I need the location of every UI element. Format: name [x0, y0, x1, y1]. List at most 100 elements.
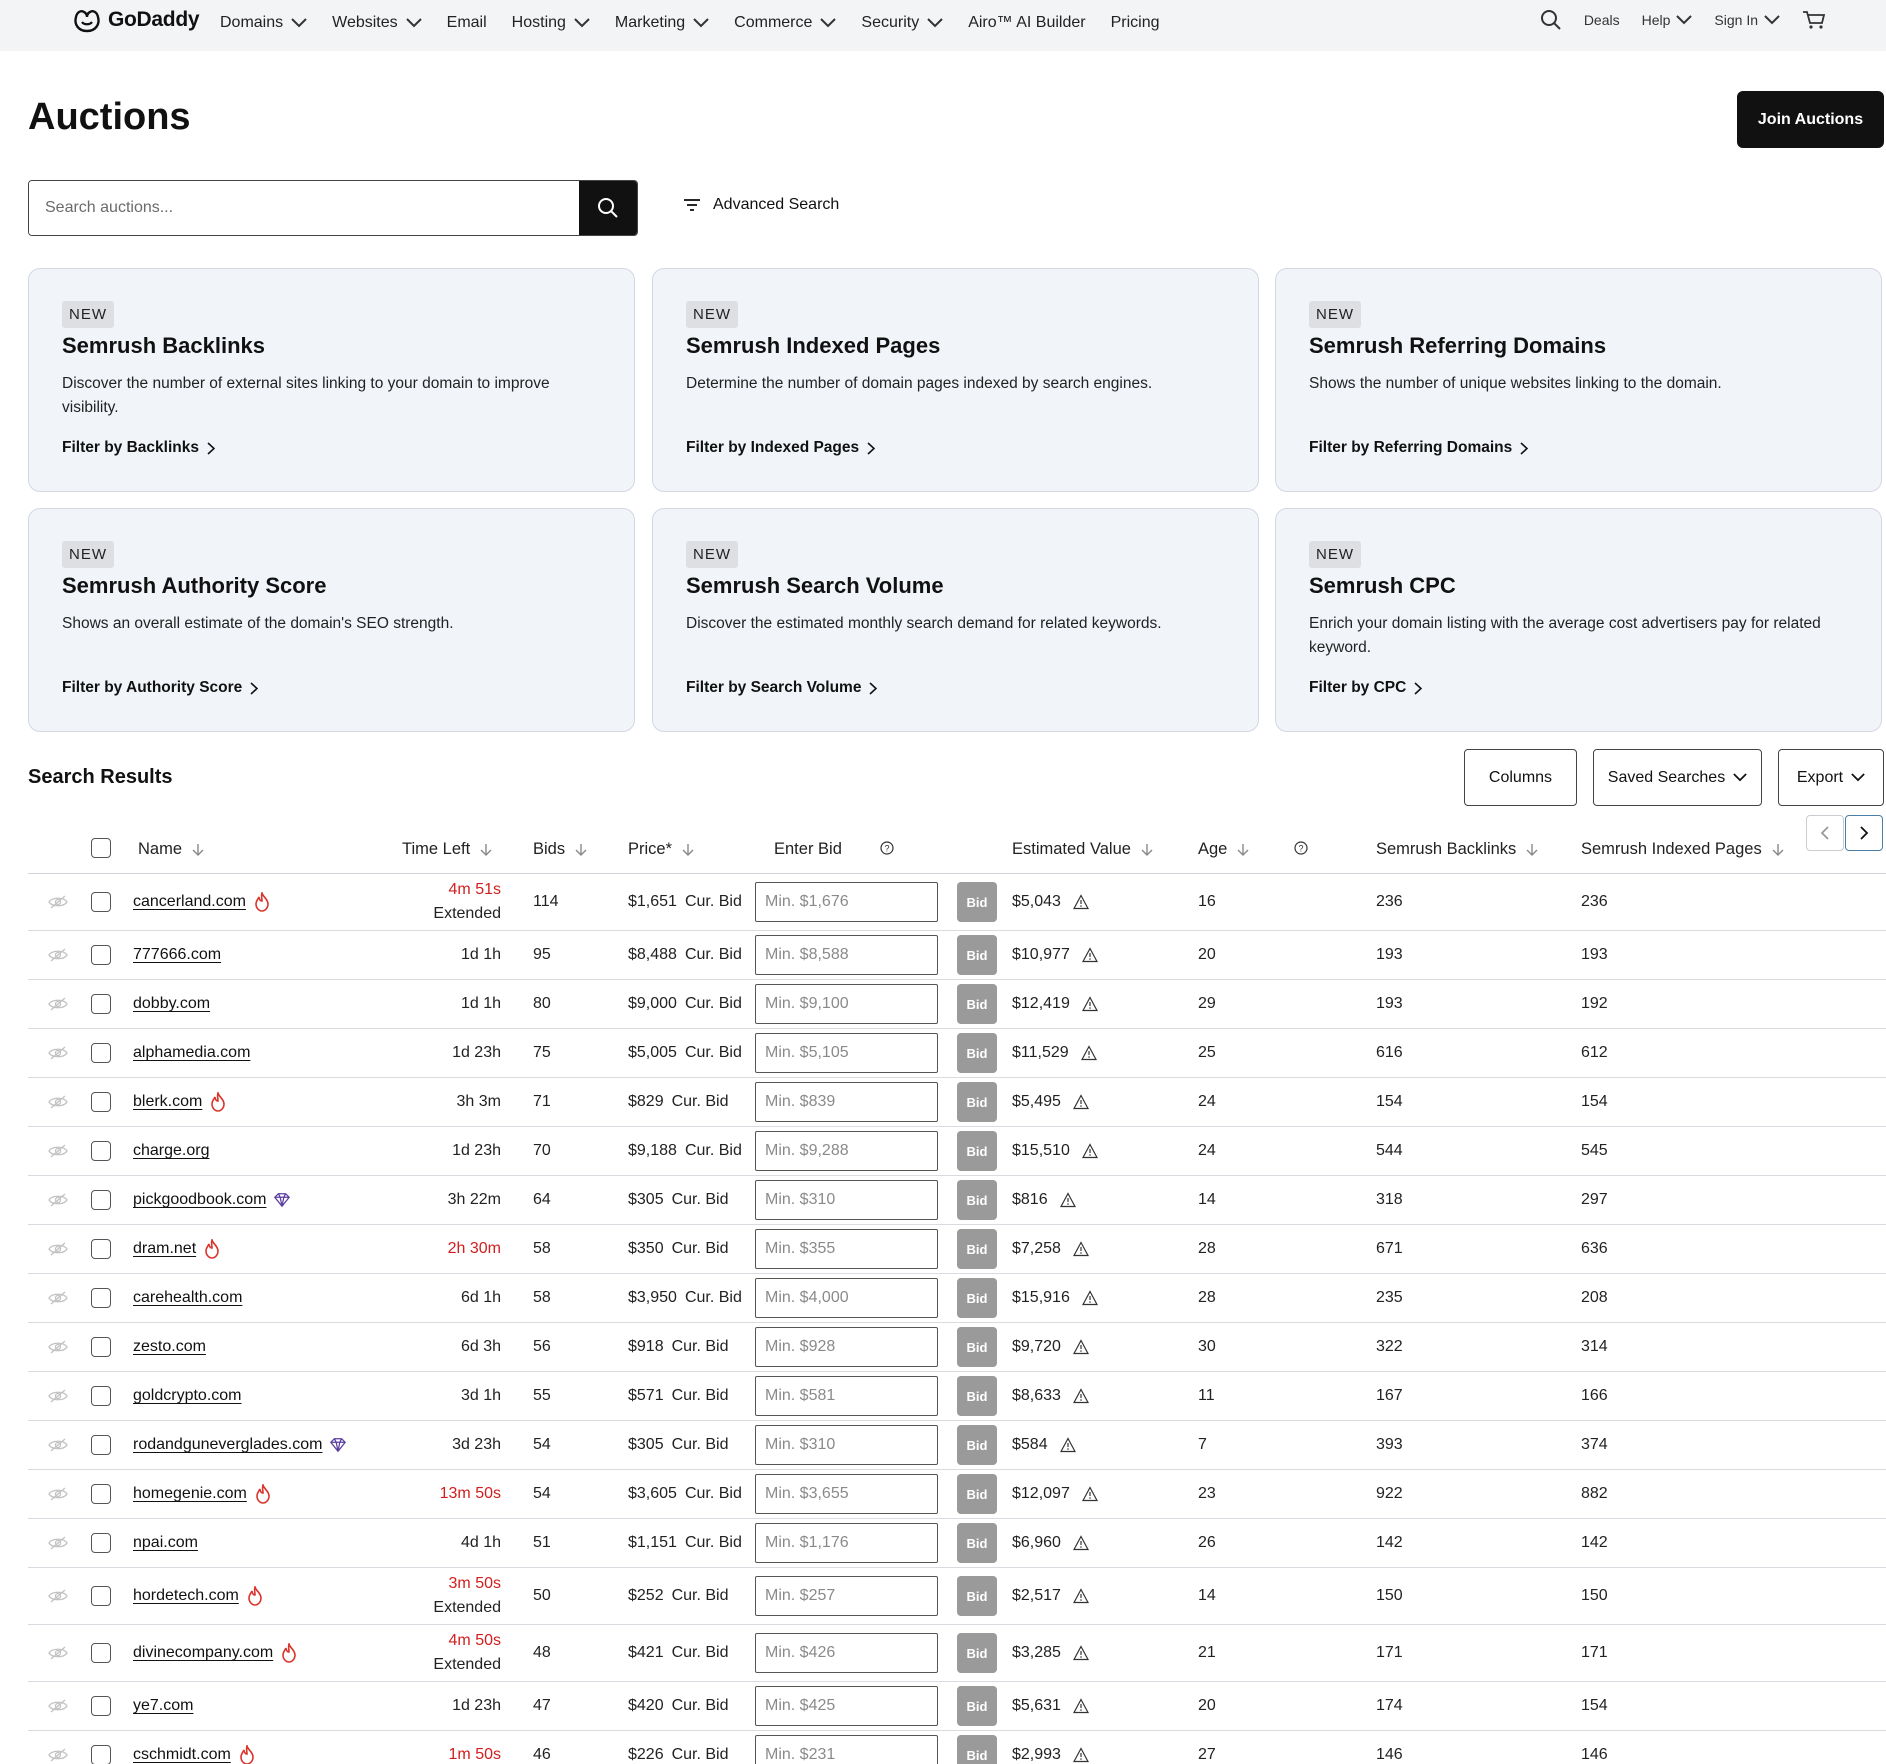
bid-amount-input[interactable] — [755, 1425, 938, 1465]
hide-eye-icon[interactable] — [48, 1487, 68, 1501]
domain-link[interactable]: pickgoodbook.com — [133, 1191, 266, 1209]
bid-amount-input[interactable] — [755, 984, 938, 1024]
bid-amount-input[interactable] — [755, 1633, 938, 1673]
domain-link[interactable]: dobby.com — [133, 995, 210, 1013]
row-checkbox[interactable] — [91, 1625, 111, 1681]
bid-button[interactable]: Bid — [957, 1327, 997, 1367]
header-price[interactable]: Price* — [628, 840, 694, 859]
bid-button[interactable]: Bid — [957, 1576, 997, 1616]
row-checkbox[interactable] — [91, 1470, 111, 1518]
hide-toggle[interactable] — [48, 1274, 68, 1322]
hide-eye-icon[interactable] — [48, 1340, 68, 1354]
row-checkbox[interactable] — [91, 1372, 111, 1420]
bid-button[interactable]: Bid — [957, 1686, 997, 1726]
nav-item-email[interactable]: Email — [447, 14, 487, 32]
select-all-checkbox[interactable] — [91, 838, 111, 858]
header-estimated-value[interactable]: Estimated Value — [1012, 840, 1153, 859]
bid-amount-input[interactable] — [755, 1180, 938, 1220]
bid-button[interactable]: Bid — [957, 935, 997, 975]
bid-amount-input[interactable] — [755, 882, 938, 922]
row-checkbox[interactable] — [91, 1029, 111, 1077]
row-checkbox[interactable] — [91, 1323, 111, 1371]
warning-icon[interactable] — [1080, 1045, 1097, 1061]
nav-item-websites[interactable]: Websites — [332, 14, 422, 32]
domain-link[interactable]: ye7.com — [133, 1697, 193, 1715]
row-checkbox[interactable] — [91, 1421, 111, 1469]
bid-button[interactable]: Bid — [957, 1523, 997, 1563]
warning-icon[interactable] — [1072, 1535, 1089, 1551]
warning-icon[interactable] — [1081, 996, 1098, 1012]
warning-icon[interactable] — [1081, 1290, 1098, 1306]
hide-eye-icon[interactable] — [48, 895, 68, 909]
domain-link[interactable]: cschmidt.com — [133, 1746, 231, 1764]
warning-icon[interactable] — [1072, 1645, 1089, 1661]
warning-icon[interactable] — [1072, 1388, 1089, 1404]
row-checkbox[interactable] — [91, 1568, 111, 1624]
row-checkbox[interactable] — [91, 931, 111, 979]
domain-link[interactable]: cancerland.com — [133, 893, 246, 911]
hide-eye-icon[interactable] — [48, 1193, 68, 1207]
row-checkbox[interactable] — [91, 1274, 111, 1322]
warning-icon[interactable] — [1072, 1588, 1089, 1604]
help-icon[interactable]: ? — [1294, 841, 1308, 855]
bid-amount-input[interactable] — [755, 935, 938, 975]
help-menu[interactable]: Help — [1642, 12, 1693, 28]
bid-amount-input[interactable] — [755, 1474, 938, 1514]
bid-amount-input[interactable] — [755, 1523, 938, 1563]
bid-amount-input[interactable] — [755, 1327, 938, 1367]
hide-toggle[interactable] — [48, 1568, 68, 1624]
card-filter-link[interactable]: Filter by Authority Score — [62, 679, 259, 697]
card-filter-link[interactable]: Filter by Search Volume — [686, 679, 878, 697]
bid-button[interactable]: Bid — [957, 1278, 997, 1318]
hide-toggle[interactable] — [48, 1176, 68, 1224]
bid-amount-input[interactable] — [755, 1576, 938, 1616]
domain-link[interactable]: charge.org — [133, 1142, 210, 1160]
hide-toggle[interactable] — [48, 1625, 68, 1681]
domain-link[interactable]: blerk.com — [133, 1093, 202, 1111]
row-checkbox[interactable] — [91, 1078, 111, 1126]
bid-amount-input[interactable] — [755, 1229, 938, 1269]
domain-link[interactable]: 777666.com — [133, 946, 221, 964]
warning-icon[interactable] — [1072, 1241, 1089, 1257]
nav-item-airo-ai-builder[interactable]: Airo™ AI Builder — [968, 14, 1085, 32]
hide-eye-icon[interactable] — [48, 1646, 68, 1660]
warning-icon[interactable] — [1059, 1192, 1076, 1208]
warning-icon[interactable] — [1081, 947, 1098, 963]
hide-toggle[interactable] — [48, 1470, 68, 1518]
domain-link[interactable]: homegenie.com — [133, 1485, 247, 1503]
row-checkbox[interactable] — [91, 1225, 111, 1273]
help-icon[interactable]: ? — [880, 841, 894, 855]
hide-eye-icon[interactable] — [48, 948, 68, 962]
hide-eye-icon[interactable] — [48, 1699, 68, 1713]
domain-link[interactable]: npai.com — [133, 1534, 198, 1552]
sign-in-menu[interactable]: Sign In — [1714, 12, 1780, 28]
nav-item-domains[interactable]: Domains — [220, 14, 307, 32]
nav-item-marketing[interactable]: Marketing — [615, 14, 709, 32]
domain-link[interactable]: hordetech.com — [133, 1587, 239, 1605]
warning-icon[interactable] — [1081, 1486, 1098, 1502]
card-filter-link[interactable]: Filter by Backlinks — [62, 439, 215, 457]
domain-link[interactable]: alphamedia.com — [133, 1044, 250, 1062]
bid-button[interactable]: Bid — [957, 1082, 997, 1122]
bid-button[interactable]: Bid — [957, 1474, 997, 1514]
row-checkbox[interactable] — [91, 980, 111, 1028]
hide-toggle[interactable] — [48, 1682, 68, 1730]
cart-icon[interactable] — [1802, 10, 1826, 30]
header-name[interactable]: Name — [138, 840, 204, 859]
header-indexed-pages[interactable]: Semrush Indexed Pages — [1581, 840, 1784, 859]
row-checkbox[interactable] — [91, 1519, 111, 1567]
bid-button[interactable]: Bid — [957, 1633, 997, 1673]
domain-link[interactable]: dram.net — [133, 1240, 196, 1258]
warning-icon[interactable] — [1059, 1437, 1076, 1453]
bid-amount-input[interactable] — [755, 1033, 938, 1073]
header-backlinks[interactable]: Semrush Backlinks — [1376, 840, 1538, 859]
hide-eye-icon[interactable] — [48, 1589, 68, 1603]
hide-toggle[interactable] — [48, 980, 68, 1028]
row-checkbox[interactable] — [91, 1176, 111, 1224]
hide-toggle[interactable] — [48, 1323, 68, 1371]
warning-icon[interactable] — [1072, 1747, 1089, 1763]
hide-eye-icon[interactable] — [48, 1438, 68, 1452]
join-auctions-button[interactable]: Join Auctions — [1737, 91, 1884, 148]
hide-eye-icon[interactable] — [48, 1144, 68, 1158]
hide-toggle[interactable] — [48, 1731, 68, 1764]
